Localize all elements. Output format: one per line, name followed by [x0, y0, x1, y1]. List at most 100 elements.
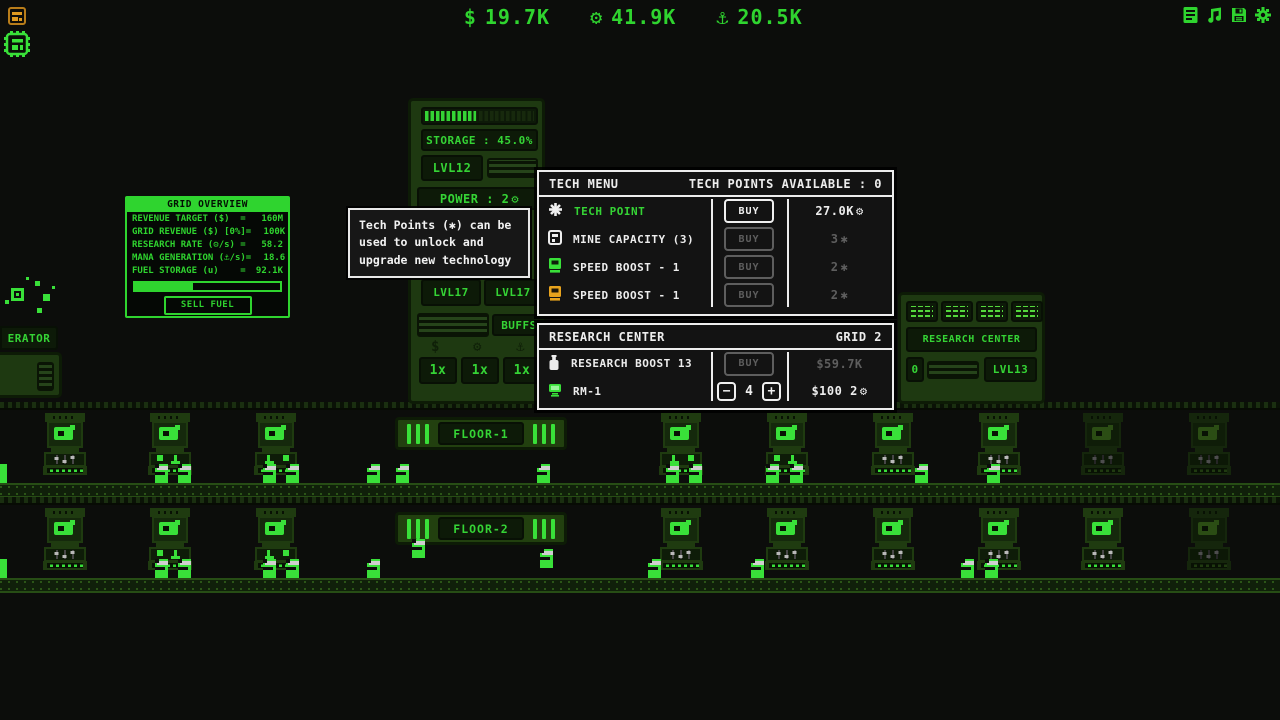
floor-sign-label: FLOOR-2 — [438, 517, 524, 540]
stat-row-revenue-target: REVENUE TARGET ($)=160M — [127, 212, 288, 225]
music-icon[interactable] — [1206, 6, 1224, 24]
research-center-nameplate: RESEARCH CENTER — [906, 327, 1037, 352]
anchor-icon: ⚓ — [716, 5, 729, 29]
sub-level-button-1[interactable]: LVL17 — [421, 279, 481, 306]
mini-display-button-4[interactable] — [1011, 301, 1043, 322]
gear-icon: ⚙ — [856, 204, 864, 218]
resource-item — [155, 559, 168, 578]
flask-icon — [548, 355, 560, 373]
tech-row-tech-point: TECH POINT BUY 27.0K⚙ — [539, 197, 892, 225]
resource-item — [961, 559, 974, 578]
log-icon[interactable] — [1182, 6, 1200, 24]
currency-mana: ⚓ 20.5K — [716, 5, 802, 29]
storage-level-button[interactable]: LVL12 — [421, 155, 483, 181]
gear-icon: ⚙ — [590, 5, 603, 29]
sell-fuel-button[interactable]: SELL FUEL — [164, 296, 252, 315]
multiplier-button-mana[interactable]: 1x — [503, 357, 541, 384]
resource-item — [0, 559, 7, 578]
mini-display-button-2[interactable] — [941, 301, 973, 322]
factory-orange-icon[interactable] — [8, 7, 26, 29]
buy-mine-capacity-button[interactable]: BUY — [724, 227, 774, 251]
resource-item — [751, 559, 764, 578]
resource-item — [367, 464, 380, 483]
sub-level-button-2[interactable]: LVL17 — [484, 279, 542, 306]
multiplier-button-research[interactable]: 1x — [461, 357, 499, 384]
buffs-vent — [417, 313, 489, 337]
buy-tech-point-button[interactable]: BUY — [724, 199, 774, 223]
currency-money-value: 19.7K — [485, 5, 550, 29]
chip-green-icon[interactable] — [4, 31, 30, 61]
particle — [43, 294, 50, 301]
resource-item — [286, 464, 299, 483]
grid-overview-title: GRID OVERVIEW — [127, 198, 288, 212]
machine[interactable] — [659, 508, 703, 570]
tech-point-glyph: ✱ — [841, 288, 849, 302]
floor-sign-label: FLOOR-1 — [438, 422, 524, 445]
gear-icon: ⚙ — [511, 192, 519, 206]
stepper-plus-button[interactable]: + — [762, 382, 781, 401]
resource-item — [648, 559, 661, 578]
tech-point-glyph: ✱ — [841, 260, 849, 274]
research-level-button[interactable]: LVL13 — [984, 357, 1037, 382]
machine[interactable] — [871, 413, 915, 475]
buy-speed-boost-orange-button[interactable]: BUY — [724, 283, 774, 307]
particle — [35, 281, 40, 286]
machine[interactable] — [43, 508, 87, 570]
buy-research-boost-button[interactable]: BUY — [724, 352, 774, 376]
tech-row-mine-capacity: MINE CAPACITY (3) BUY 3✱ — [539, 225, 892, 253]
stepper-minus-button[interactable]: − — [717, 382, 736, 401]
tech-row-speed-boost-green: SPEED BOOST - 1 BUY 2✱ — [539, 253, 892, 281]
machine[interactable] — [43, 413, 87, 475]
research-counter: 0 — [906, 357, 924, 382]
buy-speed-boost-green-button[interactable]: BUY — [724, 255, 774, 279]
gear-icon-dark: ⚙ — [473, 339, 481, 355]
storage-capacity-bar — [421, 107, 538, 125]
machine[interactable] — [1081, 508, 1125, 570]
tech-points-tooltip: Tech Points (✱) can be used to unlock an… — [348, 208, 530, 278]
dollar-icon: $ — [464, 5, 477, 29]
tooltip-line: Tech Points (✱) can be — [359, 217, 519, 234]
machine[interactable] — [765, 508, 809, 570]
save-icon[interactable] — [1230, 6, 1248, 24]
floor-strip — [0, 578, 1280, 593]
grid-overview-panel: GRID OVERVIEW REVENUE TARGET ($)=160M GR… — [125, 196, 290, 318]
research-center-building[interactable]: RESEARCH CENTER 0 LVL13 — [898, 292, 1045, 404]
storage-vent — [487, 158, 538, 178]
stat-row-research-rate: RESEARCH RATE (⚙/s)=58.2 — [127, 238, 288, 251]
resource-item — [790, 464, 803, 483]
power-label: POWER : 2⚙ — [417, 187, 542, 210]
generator-label: ERATOR — [0, 326, 58, 350]
machine[interactable] — [1187, 413, 1231, 475]
machine[interactable] — [871, 508, 915, 570]
stepper-value: 4 — [745, 384, 753, 399]
mini-display-button-1[interactable] — [906, 301, 938, 322]
resource-item — [666, 464, 679, 483]
particle — [52, 286, 55, 289]
particle — [11, 288, 24, 301]
resource-item — [178, 464, 191, 483]
ceiling-strip — [0, 497, 1280, 505]
rm1-quantity-stepper: − 4 + — [717, 382, 781, 401]
tech-point-icon — [548, 202, 563, 220]
particle — [37, 308, 42, 313]
machine[interactable] — [1187, 508, 1231, 570]
resource-item — [987, 464, 1000, 483]
mini-display-button-3[interactable] — [976, 301, 1008, 322]
resource-item — [0, 464, 7, 483]
currency-bar: $ 19.7K ⚙ 41.9K ⚓ 20.5K — [464, 5, 803, 29]
floor-1: FLOOR-1 — [0, 402, 1280, 498]
multiplier-button-money[interactable]: 1x — [419, 357, 457, 384]
generator-building[interactable] — [0, 352, 62, 398]
currency-research: ⚙ 41.9K — [590, 5, 676, 29]
machine[interactable] — [1081, 413, 1125, 475]
research-center-panel: RESEARCH CENTER GRID 2 RESEARCH BOOST 13… — [537, 323, 894, 410]
tech-menu-title: TECH MENU — [549, 177, 619, 191]
settings-icon[interactable] — [1254, 6, 1272, 24]
machine[interactable] — [977, 508, 1021, 570]
currency-research-value: 41.9K — [611, 5, 676, 29]
game-screen: $ 19.7K ⚙ 41.9K ⚓ 20.5K — [0, 0, 1280, 720]
anchor-icon-dark: ⚓ — [516, 339, 524, 355]
research-row-rm1: RM-1 − 4 + $100 2⚙ — [539, 377, 892, 405]
stat-row-fuel-storage: FUEL STORAGE (u)=92.1K — [127, 265, 288, 278]
grid-label: GRID 2 — [836, 330, 882, 344]
